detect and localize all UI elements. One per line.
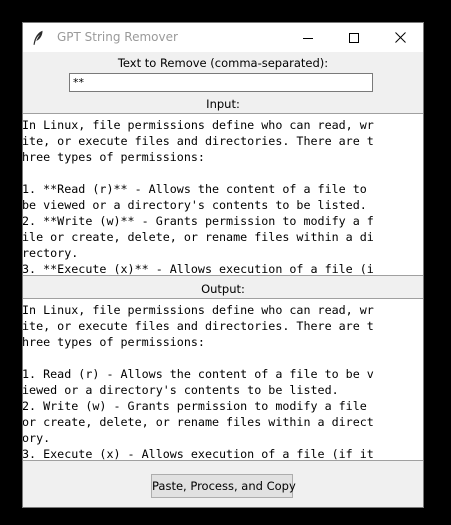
text-line: [23, 350, 423, 366]
paste-process-copy-button[interactable]: Paste, Process, and Copy: [151, 474, 296, 498]
text-line: 1. **Read (r)** - Allows the content of …: [22, 182, 374, 196]
app-window: GPT String Remover Text to Remove (comma…: [22, 22, 424, 508]
text-line: ite, or execute files and directories. T…: [22, 134, 374, 148]
feather-icon: [32, 30, 44, 46]
text-line: 3. Execute (x) - Allows execution of a f…: [22, 447, 374, 461]
text-line: 2. Write (w) - Grants permission to modi…: [22, 399, 374, 413]
remove-text-input[interactable]: [69, 73, 373, 92]
output-textarea[interactable]: In Linux, file permissions define who ca…: [22, 298, 423, 461]
minimize-button[interactable]: [285, 23, 331, 52]
text-line: In Linux, file permissions define who ca…: [22, 118, 374, 132]
remove-text-label: Text to Remove (comma-separated):: [117, 56, 329, 70]
text-line: 3. **Execute (x)** - Allows execution of…: [22, 262, 374, 276]
text-line: hree types of permissions:: [22, 150, 205, 164]
text-line: ite, or execute files and directories. T…: [22, 319, 374, 333]
text-line: or create, delete, or rename files withi…: [22, 415, 374, 429]
input-label: Input:: [206, 97, 240, 111]
text-line: [23, 165, 423, 181]
title-bar[interactable]: GPT String Remover: [23, 23, 423, 52]
window-title: GPT String Remover: [57, 30, 178, 44]
maximize-button[interactable]: [331, 23, 377, 52]
output-text-content: In Linux, file permissions define who ca…: [22, 299, 423, 461]
output-label: Output:: [201, 282, 245, 296]
text-line: 2. **Write (w)** - Grants permission to …: [22, 214, 374, 228]
text-line: In Linux, file permissions define who ca…: [22, 303, 374, 317]
minimize-icon: [303, 37, 313, 39]
text-line: be viewed or a directory's contents to b…: [22, 198, 374, 212]
text-line: ory.: [22, 431, 51, 445]
maximize-icon: [349, 32, 359, 43]
close-button[interactable]: [377, 23, 423, 52]
text-line: rectory.: [22, 246, 79, 260]
text-line: hree types of permissions:: [22, 335, 205, 349]
close-icon: [394, 32, 406, 43]
text-line: ile or create, delete, or rename files w…: [22, 230, 374, 244]
input-text-content: In Linux, file permissions define who ca…: [22, 114, 423, 276]
text-line: 1. Read (r) - Allows the content of a fi…: [22, 367, 374, 381]
input-textarea[interactable]: In Linux, file permissions define who ca…: [22, 113, 423, 276]
text-line: iewed or a directory's contents to be li…: [22, 383, 339, 397]
